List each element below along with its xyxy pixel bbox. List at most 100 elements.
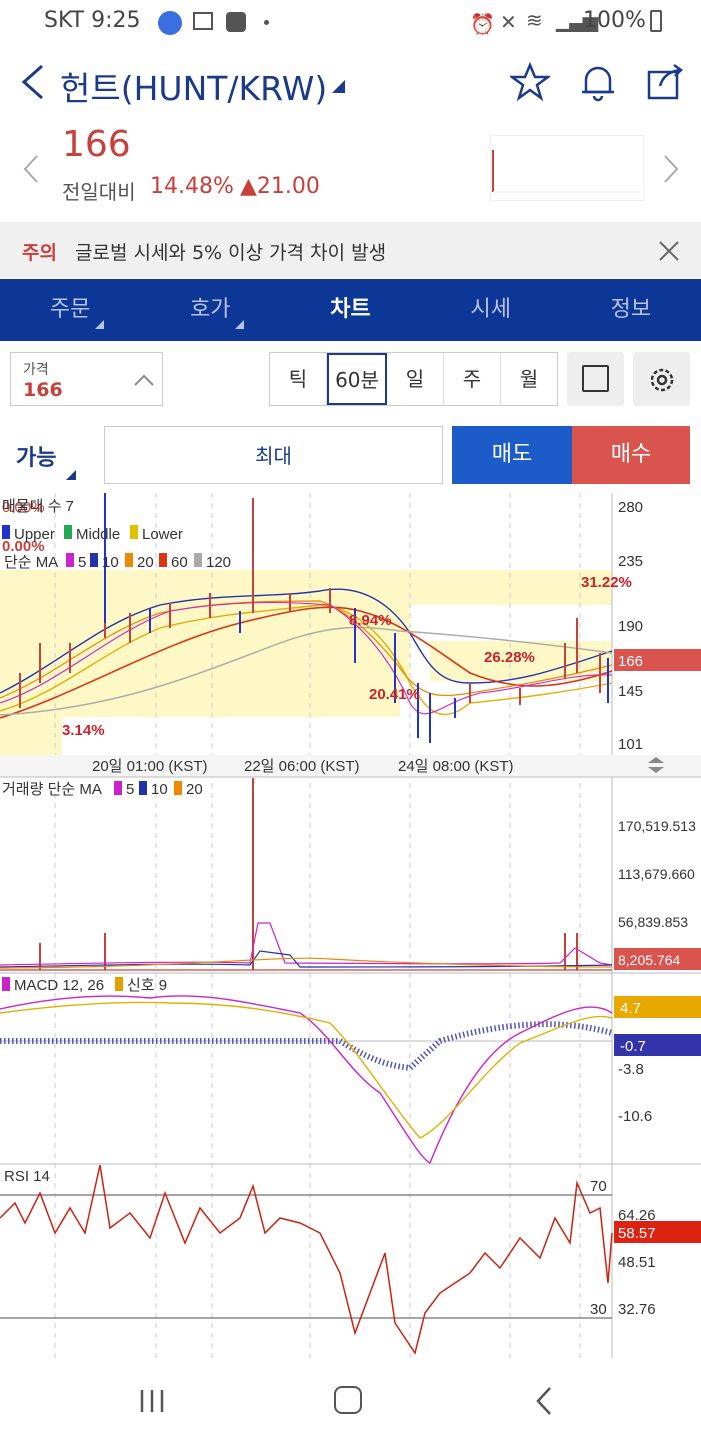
legend-volume: 거래량 단순 MA [2, 781, 102, 798]
period-tick[interactable]: 틱 [270, 353, 327, 405]
tab-orderbook[interactable]: 호가 [140, 279, 280, 341]
annotation-20: 20.41% [369, 686, 420, 703]
current-price: 166 [62, 124, 131, 165]
system-nav-bar [0, 1358, 701, 1440]
alarm-icon: ⏰ [470, 12, 495, 36]
tab-order[interactable]: 주문 [0, 279, 140, 341]
tab-label: 시세 [470, 297, 511, 322]
chevron-up-icon [134, 374, 154, 386]
price-selector-value: 166 [23, 379, 63, 401]
legend-vol-20: 20 [186, 781, 203, 798]
macd-panel: MACD 12, 26 신호 9 -3.8 -10.6 4.7 -0.7 [0, 972, 701, 1164]
time-label: 20일 01:00 (KST) [92, 758, 208, 775]
tab-label: 주문 [49, 297, 91, 322]
available-label[interactable]: 가능 [16, 440, 56, 472]
legend-vol-10: 10 [151, 781, 168, 798]
more-dot-icon [264, 20, 269, 25]
tab-label: 차트 [330, 297, 371, 322]
signal-tag: -0.7 [620, 1038, 646, 1055]
app-header: 헌트(HUNT/KRW) [0, 50, 701, 116]
main-tabs: 주문 호가 차트 시세 정보 [0, 279, 701, 341]
carrier-time: SKT 9:25 [44, 8, 141, 33]
chart-area[interactable]: 0.00% 매물대 수 7 0.00% Upper Middle Lower 단… [0, 493, 701, 1358]
fullscreen-button[interactable] [567, 352, 624, 406]
star-icon[interactable] [510, 62, 550, 102]
prev-market-icon[interactable] [22, 154, 40, 184]
app-notification-icon [158, 11, 182, 35]
legend-middle: Middle [76, 526, 120, 543]
recent-apps-icon[interactable] [138, 1388, 168, 1414]
annotation-31: 31.22% [581, 574, 632, 591]
price-axis-101: 101 [618, 736, 643, 753]
price-selector-label: 가격 [23, 362, 49, 378]
back-nav-icon[interactable] [535, 1386, 553, 1416]
change-percent: 14.48% [150, 174, 234, 199]
available-dropdown-icon[interactable] [66, 470, 76, 480]
market-title[interactable]: 헌트(HUNT/KRW) [60, 62, 327, 110]
annotation-8: 8.94% [349, 612, 392, 629]
tab-info[interactable]: 정보 [561, 279, 701, 341]
rsi-panel: RSI 14 70 30 64.26 48.51 32.76 58.57 [0, 1163, 701, 1355]
legend-upper: Upper [14, 526, 55, 543]
macd-axis: -3.8 [618, 1061, 644, 1078]
sparkline-chart [490, 135, 644, 201]
legend-ma-120: 120 [206, 554, 231, 571]
rsi-axis: 48.51 [618, 1254, 656, 1271]
status-bar: SKT 9:25 ⏰ ✕ ≋ ▁▃▅ 100% [0, 0, 701, 44]
max-quantity-button[interactable]: 최대 [104, 426, 443, 484]
home-icon[interactable] [334, 1386, 362, 1414]
time-axis: 20일 01:00 (KST) 22일 06:00 (KST) 24일 08:0… [0, 755, 701, 777]
current-price-tag: 166 [618, 653, 643, 670]
shield-icon [226, 12, 246, 32]
next-market-icon[interactable] [662, 154, 680, 184]
rsi-level-70: 70 [590, 1178, 607, 1195]
price-warning-banner: 주의 글로벌 시세와 5% 이상 가격 차이 발생 [0, 222, 701, 278]
period-week[interactable]: 주 [444, 353, 501, 405]
price-axis-190: 190 [618, 618, 643, 635]
bell-icon[interactable] [580, 62, 616, 102]
price-selector[interactable]: 가격 166 [10, 352, 163, 406]
legend-ma-5: 5 [78, 554, 86, 571]
change-amount: ▲21.00 [240, 174, 320, 199]
share-icon[interactable] [646, 62, 686, 102]
close-icon[interactable] [658, 240, 680, 262]
rsi-tag: 58.57 [618, 1225, 656, 1242]
legend-vol-5: 5 [126, 781, 134, 798]
change-label: 전일대비 [62, 180, 136, 204]
mute-icon: ✕ [500, 10, 517, 34]
period-60min[interactable]: 60분 [327, 353, 387, 405]
tab-label: 호가 [190, 297, 231, 322]
tab-label: 정보 [610, 297, 652, 322]
price-axis-235: 235 [618, 553, 643, 570]
battery-icon [650, 10, 662, 32]
rsi-level-30: 30 [590, 1301, 607, 1318]
period-selector: 틱 60분 일 주 월 [269, 352, 558, 406]
legend-signal: 신호 9 [127, 977, 167, 994]
settings-button[interactable] [633, 352, 690, 406]
tab-market[interactable]: 시세 [421, 279, 561, 341]
macd-axis: -10.6 [618, 1108, 652, 1125]
back-icon[interactable] [20, 64, 46, 100]
buy-button[interactable]: 매수 [572, 426, 690, 484]
legend-volume-profile: 매물대 수 7 [2, 498, 74, 515]
legend-rsi: RSI 14 [4, 1168, 50, 1185]
submenu-icon [235, 320, 245, 329]
submenu-icon [95, 320, 105, 329]
period-month[interactable]: 월 [501, 353, 557, 405]
gear-icon [650, 368, 674, 392]
period-day[interactable]: 일 [387, 353, 444, 405]
price-axis-145: 145 [618, 683, 643, 700]
wifi-icon: ≋ [526, 8, 543, 32]
sell-button[interactable]: 매도 [452, 426, 572, 484]
legend-ma-20: 20 [137, 554, 154, 571]
square-icon [582, 365, 609, 392]
legend-ma: 단순 MA [4, 554, 58, 571]
volume-axis: 170,519.513 [618, 818, 696, 834]
price-panel: 0.00% 매물대 수 7 0.00% Upper Middle Lower 단… [0, 493, 701, 1358]
volume-axis: 113,679.660 [618, 866, 695, 882]
time-label: 22일 06:00 (KST) [244, 758, 360, 775]
tab-chart[interactable]: 차트 [280, 279, 420, 341]
time-label: 24일 08:00 (KST) [398, 758, 514, 775]
market-dropdown-caret-icon[interactable] [332, 80, 345, 93]
legend-ma-60: 60 [171, 554, 188, 571]
